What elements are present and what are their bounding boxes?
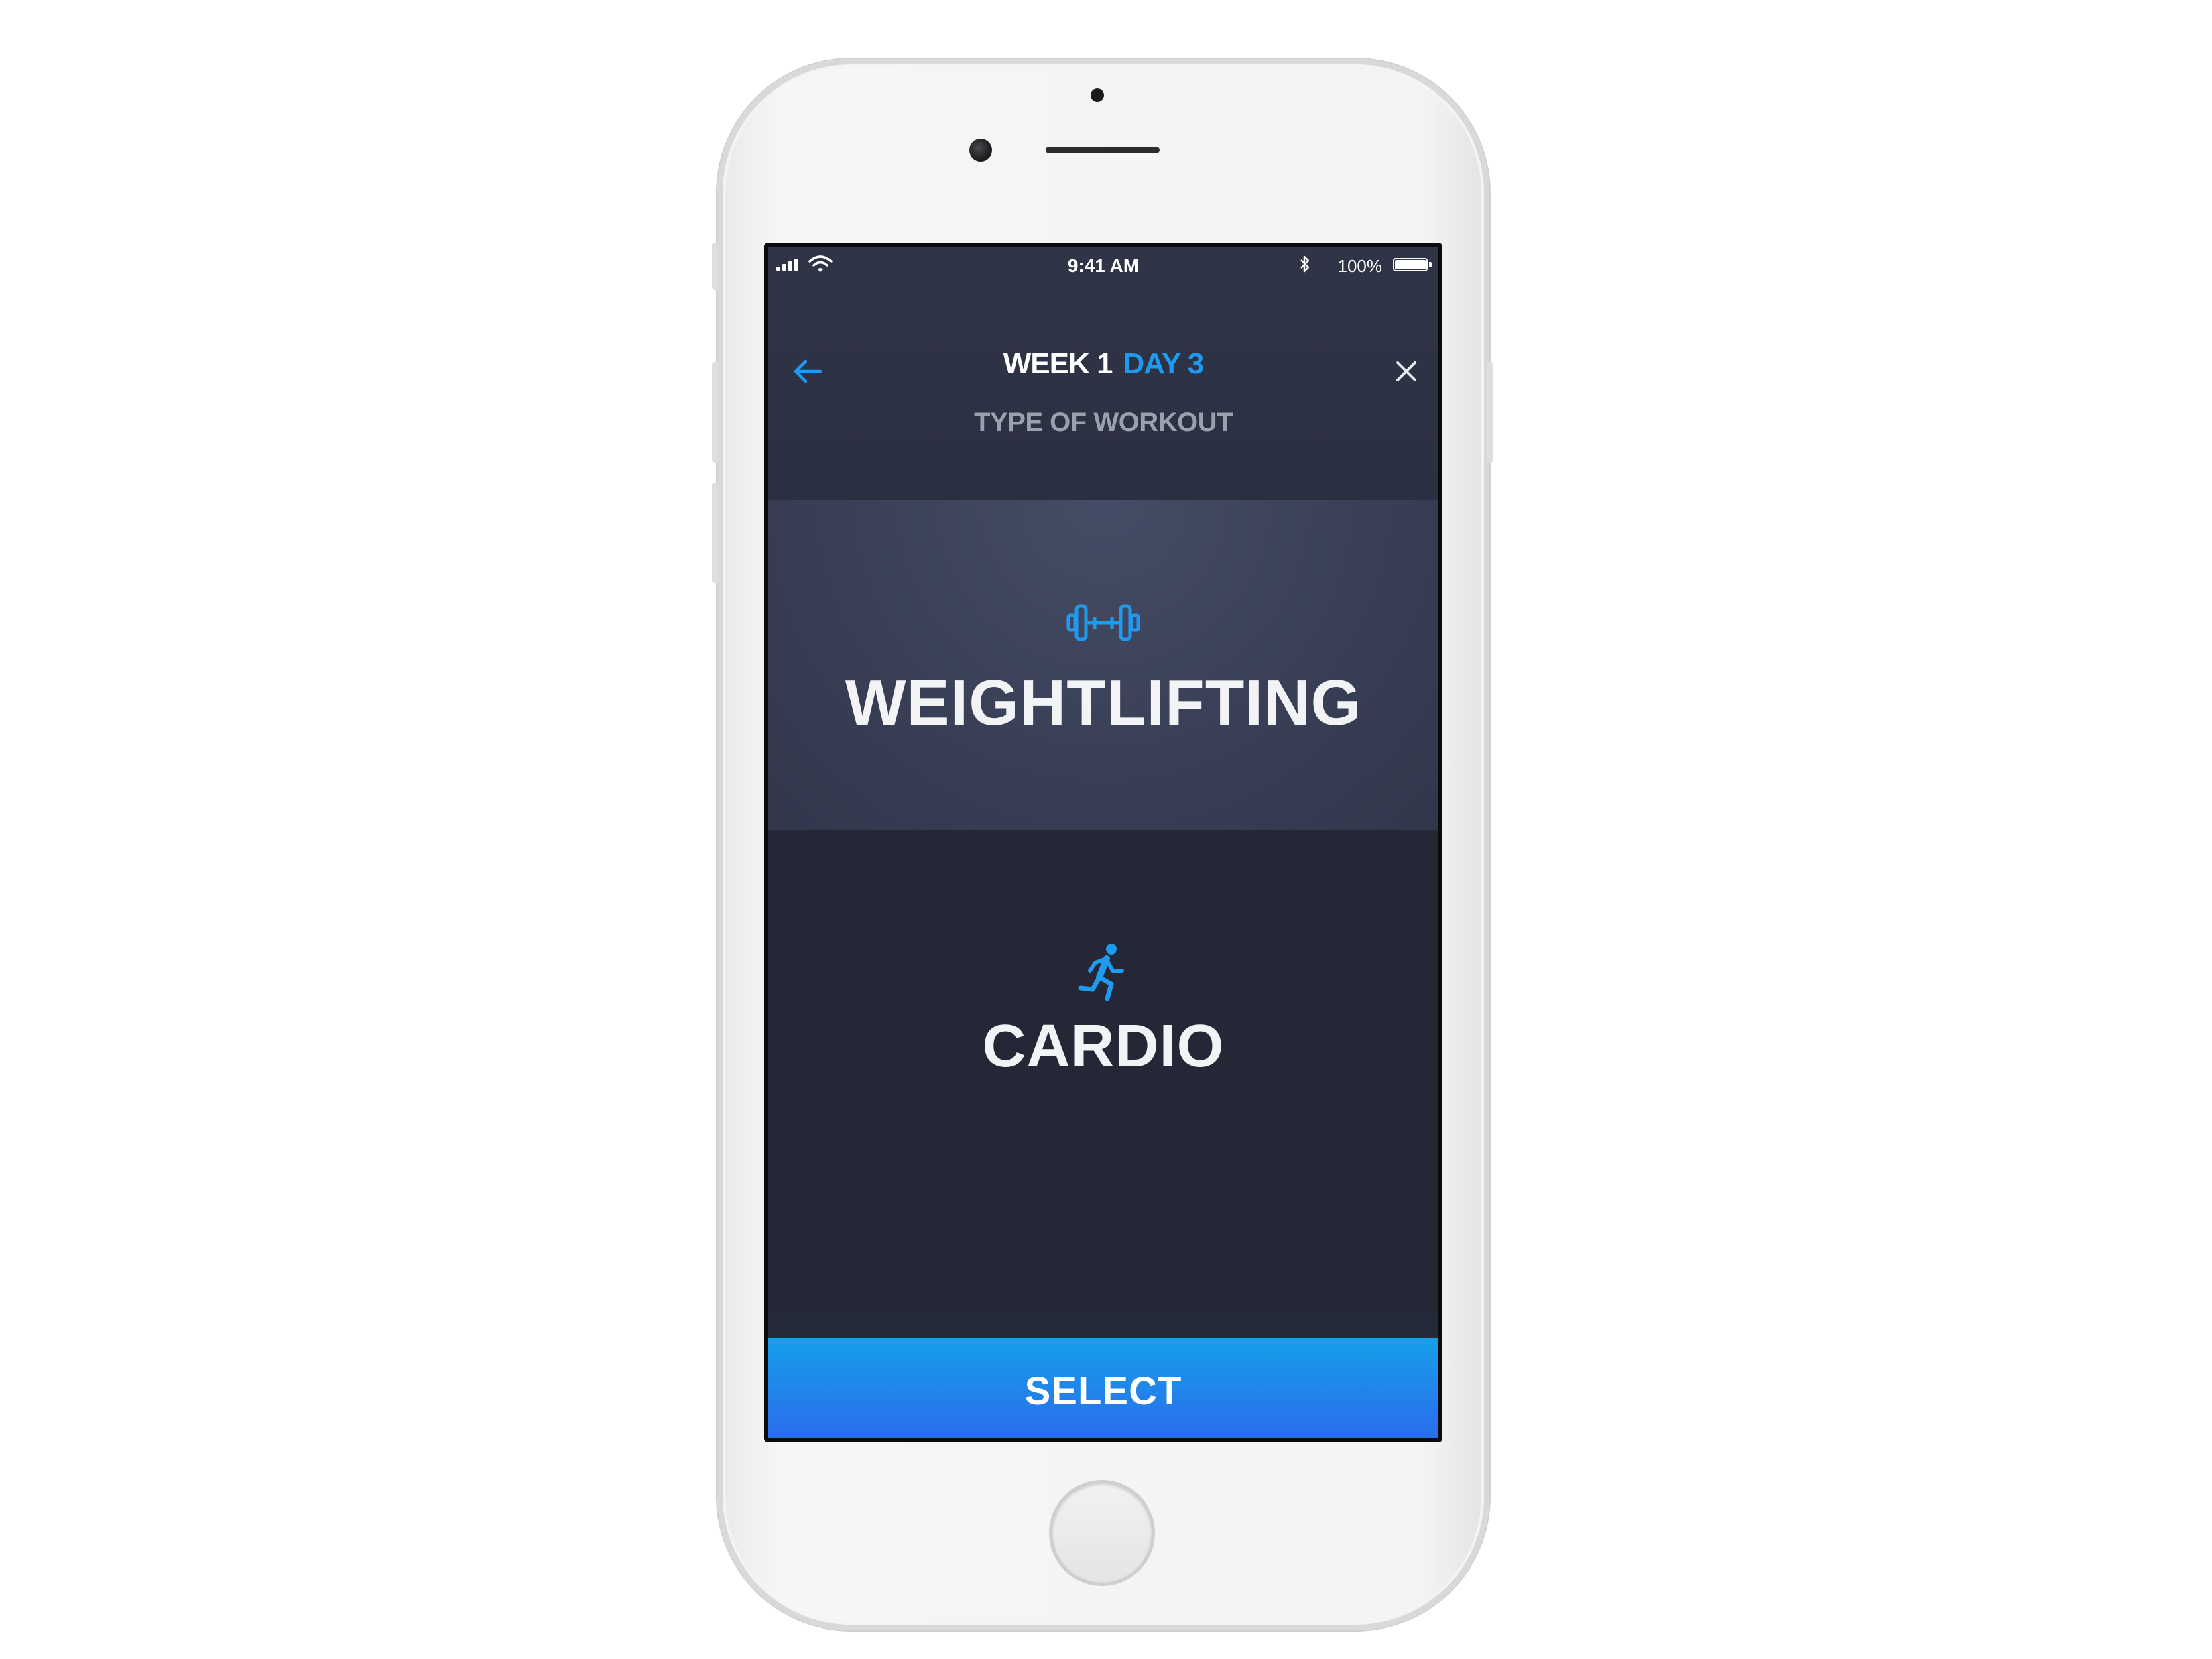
select-button[interactable]: SELECT <box>768 1338 1438 1438</box>
bluetooth-icon <box>1300 255 1310 273</box>
home-button[interactable] <box>1049 1480 1155 1586</box>
workout-header: WEEK 1 DAY 3 TYPE OF WORKOUT <box>768 283 1438 500</box>
running-person-icon <box>1078 944 1124 1001</box>
phone-screen: 9:41 AM 100% WEEK 1 DAY 3 TYPE OF WORKOUT <box>764 243 1442 1442</box>
option-cardio-label: CARDIO <box>982 1013 1225 1080</box>
page-subtitle: TYPE OF WORKOUT <box>974 408 1233 437</box>
mute-switch <box>712 243 719 290</box>
battery-percent: 100% <box>1337 256 1383 276</box>
app-screen: 9:41 AM 100% WEEK 1 DAY 3 TYPE OF WORKOUT <box>768 247 1438 1438</box>
option-weightlifting-label: WEIGHTLIFTING <box>845 667 1362 739</box>
dumbbell-icon <box>1066 604 1140 641</box>
day-label: DAY 3 <box>1123 347 1204 380</box>
week-day-title: WEEK 1 DAY 3 <box>768 347 1438 381</box>
power-button <box>1487 362 1493 463</box>
option-weightlifting[interactable]: WEIGHTLIFTING <box>768 500 1438 830</box>
front-camera <box>1091 88 1104 102</box>
battery-icon <box>1393 258 1432 271</box>
close-icon[interactable] <box>1386 351 1426 391</box>
week-label: WEEK 1 <box>1003 347 1113 380</box>
volume-up-button <box>712 362 719 463</box>
select-button-label: SELECT <box>1024 1369 1182 1413</box>
volume-down-button <box>712 483 719 583</box>
status-bar: 9:41 AM 100% <box>768 247 1438 283</box>
proximity-sensor <box>969 139 992 162</box>
earpiece-speaker <box>1046 147 1160 153</box>
option-cardio[interactable]: CARDIO <box>768 830 1438 1314</box>
